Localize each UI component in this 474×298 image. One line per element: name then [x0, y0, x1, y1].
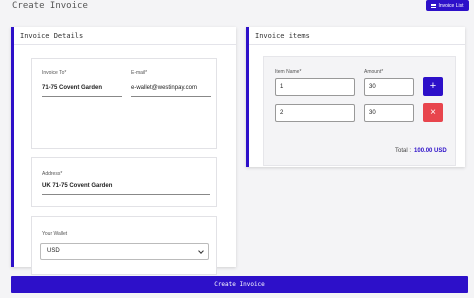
- address-field[interactable]: UK 71-75 Covent Garden: [42, 183, 112, 189]
- invoice-items-title: Invoice items: [249, 27, 465, 45]
- total-line: Total :100.00 USD: [395, 148, 447, 154]
- amount-input-2[interactable]: 30: [364, 104, 414, 122]
- total-label: Total :: [395, 148, 412, 154]
- wallet-select[interactable]: USD: [40, 243, 209, 260]
- wallet-label: Your Wallet: [42, 231, 68, 237]
- add-item-button[interactable]: +: [423, 77, 443, 96]
- address-underline: [42, 194, 210, 195]
- invoice-items-panel: Invoice items Item Name* Amount* 1 30 + …: [246, 27, 465, 167]
- address-label: Address*: [42, 171, 63, 177]
- wallet-select-value: USD: [47, 248, 60, 254]
- item-name-input-1[interactable]: 1: [275, 78, 355, 96]
- item-name-label: Item Name*: [275, 69, 302, 75]
- invoice-list-button[interactable]: Invoice List: [426, 0, 469, 11]
- address-card: Address* UK 71-75 Covent Garden: [31, 157, 217, 207]
- invoice-list-label: Invoice List: [438, 2, 464, 9]
- remove-item-button[interactable]: ×: [423, 103, 443, 122]
- email-underline: [131, 96, 211, 97]
- item-name-input-2[interactable]: 2: [275, 104, 355, 122]
- page-title: Create Invoice: [12, 1, 88, 11]
- invoice-details-title: Invoice Details: [14, 27, 236, 45]
- email-label: E-mail*: [131, 70, 148, 76]
- recipient-card: Invoice To* 71-75 Covent Garden E-mail* …: [31, 58, 217, 149]
- chevron-down-icon: [198, 248, 204, 254]
- wallet-card: Your Wallet USD: [31, 216, 217, 275]
- amount-input-1[interactable]: 30: [364, 78, 414, 96]
- invoice-to-underline: [42, 96, 122, 97]
- amount-label: Amount*: [364, 69, 384, 75]
- email-field[interactable]: e-wallet@westinpay.com: [131, 85, 197, 91]
- total-value: 100.00 USD: [414, 148, 447, 154]
- create-invoice-button[interactable]: Create Invoice: [11, 276, 468, 293]
- invoice-to-field[interactable]: 71-75 Covent Garden: [42, 85, 102, 91]
- list-icon: [431, 3, 437, 8]
- invoice-to-label: Invoice To*: [42, 70, 67, 76]
- invoice-details-panel: Invoice Details Invoice To* 71-75 Covent…: [11, 27, 236, 275]
